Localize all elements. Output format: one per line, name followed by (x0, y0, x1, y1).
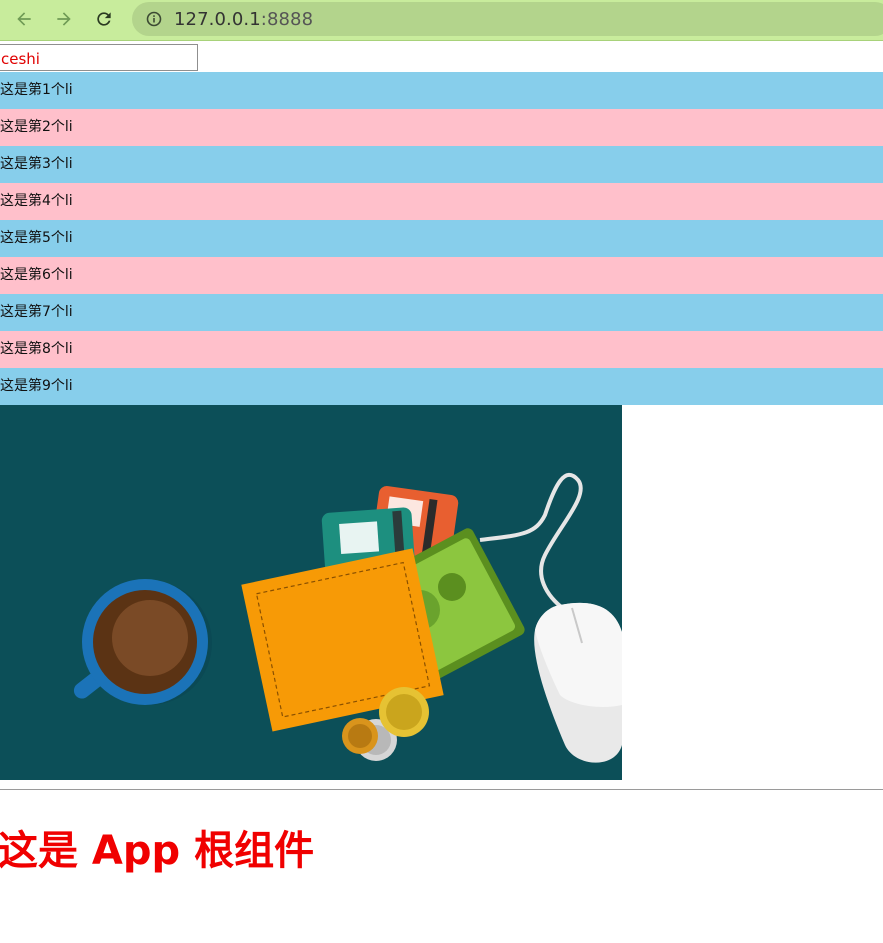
list-item: 这是第1个li (0, 72, 883, 109)
list-item: 这是第6个li (0, 257, 883, 294)
url-port: :8888 (260, 9, 314, 30)
list-item: 这是第4个li (0, 183, 883, 220)
forward-button[interactable] (51, 6, 77, 32)
list-item: 这是第9个li (0, 368, 883, 405)
text-input[interactable] (0, 44, 198, 71)
url-text[interactable]: 127.0.0.1:8888 (174, 9, 313, 30)
arrow-right-icon (57, 12, 71, 26)
list-item: 这是第5个li (0, 220, 883, 257)
item-list: 这是第1个li 这是第2个li 这是第3个li 这是第4个li 这是第5个li … (0, 72, 883, 405)
list-item: 这是第7个li (0, 294, 883, 331)
page-heading: 这是 App 根组件 (0, 828, 315, 874)
list-item: 这是第8个li (0, 331, 883, 368)
browser-toolbar: 127.0.0.1:8888 (0, 0, 883, 41)
info-icon[interactable] (146, 11, 162, 27)
list-item: 这是第2个li (0, 109, 883, 146)
reload-icon (97, 12, 111, 26)
reload-button[interactable] (91, 6, 117, 32)
address-bar[interactable]: 127.0.0.1:8888 (132, 2, 883, 36)
back-button[interactable] (11, 6, 37, 32)
list-item: 这是第3个li (0, 146, 883, 183)
illustration-image (0, 405, 622, 780)
url-host: 127.0.0.1 (174, 9, 261, 30)
horizontal-divider (0, 789, 883, 790)
arrow-left-icon (17, 12, 31, 26)
